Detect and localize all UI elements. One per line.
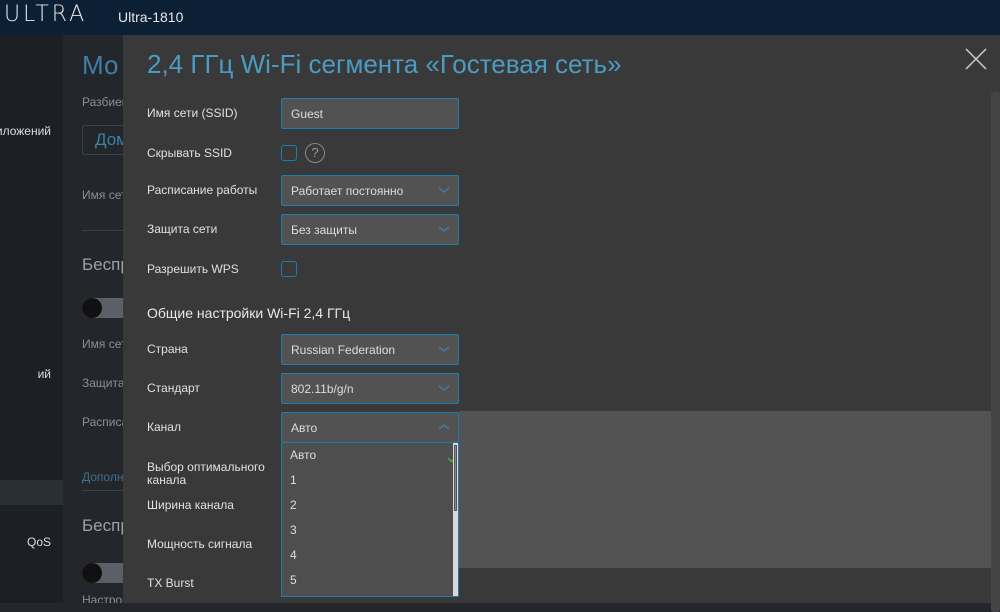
signal-power-label: Мощность сигнала	[147, 537, 253, 551]
divider	[82, 230, 123, 231]
bg-title: Мо	[82, 50, 119, 80]
chevron-down-icon	[438, 226, 450, 232]
sidebar: иложений ий QoS	[0, 35, 63, 603]
channel-select[interactable]: Авто	[281, 412, 459, 443]
bg-label: Защита	[82, 376, 123, 390]
channel-label: Канал	[147, 420, 181, 434]
tx-burst-label: TX Burst	[147, 576, 194, 590]
modal-title: 2,4 ГГц Wi-Fi сегмента «Гостевая сеть»	[147, 49, 622, 79]
channel-option-1[interactable]: 1	[290, 473, 297, 487]
security-select[interactable]: Без защиты	[281, 214, 459, 245]
sidebar-item-2[interactable]: ий	[38, 367, 51, 381]
top-header: ULTRA Ultra-1810	[0, 0, 1000, 35]
wps-label: Разрешить WPS	[147, 262, 239, 276]
bg-tab-button[interactable]: Дом	[82, 125, 123, 155]
schedule-value: Работает постоянно	[291, 184, 404, 198]
security-value: Без защиты	[291, 223, 357, 237]
bg-subtitle: Разбиен	[82, 95, 123, 109]
standard-value: 802.11b/g/n	[291, 382, 354, 396]
channel-option-4[interactable]: 4	[290, 548, 297, 562]
bg-section: Беспр	[82, 516, 123, 535]
channel-option-5[interactable]: 5	[290, 573, 297, 587]
channel-value: Авто	[291, 421, 318, 435]
background-page: Мо Разбиен Дом Имя сет Беспр Имя сет Защ…	[63, 35, 123, 603]
general-settings-heading: Общие настройки Wi-Fi 2,4 ГГц	[147, 305, 351, 321]
scrollbar-thumb[interactable]	[454, 445, 457, 511]
channel-dropdown-list: Авто 1 2 3 4 5	[281, 443, 459, 597]
bg-label: Расписа	[82, 415, 123, 429]
help-icon[interactable]: ?	[305, 143, 325, 163]
sidebar-item-apps[interactable]: иложений	[0, 124, 51, 138]
hide-ssid-label: Скрывать SSID	[147, 146, 232, 160]
standard-label: Стандарт	[147, 381, 200, 395]
wps-checkbox[interactable]	[281, 261, 297, 277]
bg-label: Имя сет	[82, 337, 123, 351]
country-value: Russian Federation	[291, 343, 396, 357]
hide-ssid-checkbox[interactable]	[281, 145, 297, 161]
bg-link[interactable]: Дополн	[82, 470, 123, 484]
channel-option-3[interactable]: 3	[290, 523, 297, 537]
ssid-label: Имя сети (SSID)	[147, 106, 238, 120]
chevron-down-icon	[438, 187, 450, 193]
toggle[interactable]	[82, 298, 123, 318]
country-select[interactable]: Russian Federation	[281, 334, 459, 365]
chevron-up-icon	[438, 424, 450, 430]
schedule-label: Расписание работы	[147, 183, 258, 197]
close-icon[interactable]	[965, 48, 987, 70]
sidebar-active-row[interactable]	[0, 480, 63, 505]
channel-option-auto[interactable]: Авто	[290, 448, 458, 463]
country-label: Страна	[147, 342, 188, 356]
ssid-input[interactable]: Guest	[281, 98, 459, 129]
schedule-select[interactable]: Работает постоянно	[281, 175, 459, 206]
optimal-channel-label: Выбор оптимального канала	[147, 460, 265, 487]
logo: ULTRA	[4, 2, 88, 27]
chevron-down-icon	[438, 346, 450, 352]
bg-label: Настрой	[82, 593, 123, 603]
wifi-settings-modal: 2,4 ГГц Wi-Fi сегмента «Гостевая сеть» И…	[123, 35, 1000, 612]
chevron-down-icon	[438, 385, 450, 391]
option-label: Авто	[290, 448, 317, 462]
modal-scrollbar[interactable]	[991, 92, 1000, 612]
dropdown-overlay-area	[459, 411, 991, 568]
dropdown-scrollbar[interactable]	[453, 443, 458, 596]
device-model: Ultra-1810	[118, 9, 184, 25]
channel-width-label: Ширина канала	[147, 498, 234, 512]
sidebar-item-qos[interactable]: QoS	[27, 535, 51, 549]
bg-label: Имя сет	[82, 188, 123, 202]
divider	[82, 490, 123, 491]
channel-option-2[interactable]: 2	[290, 498, 297, 512]
security-label: Защита сети	[147, 222, 218, 236]
toggle[interactable]	[82, 563, 123, 583]
bg-section: Беспр	[82, 255, 123, 274]
standard-select[interactable]: 802.11b/g/n	[281, 373, 459, 404]
